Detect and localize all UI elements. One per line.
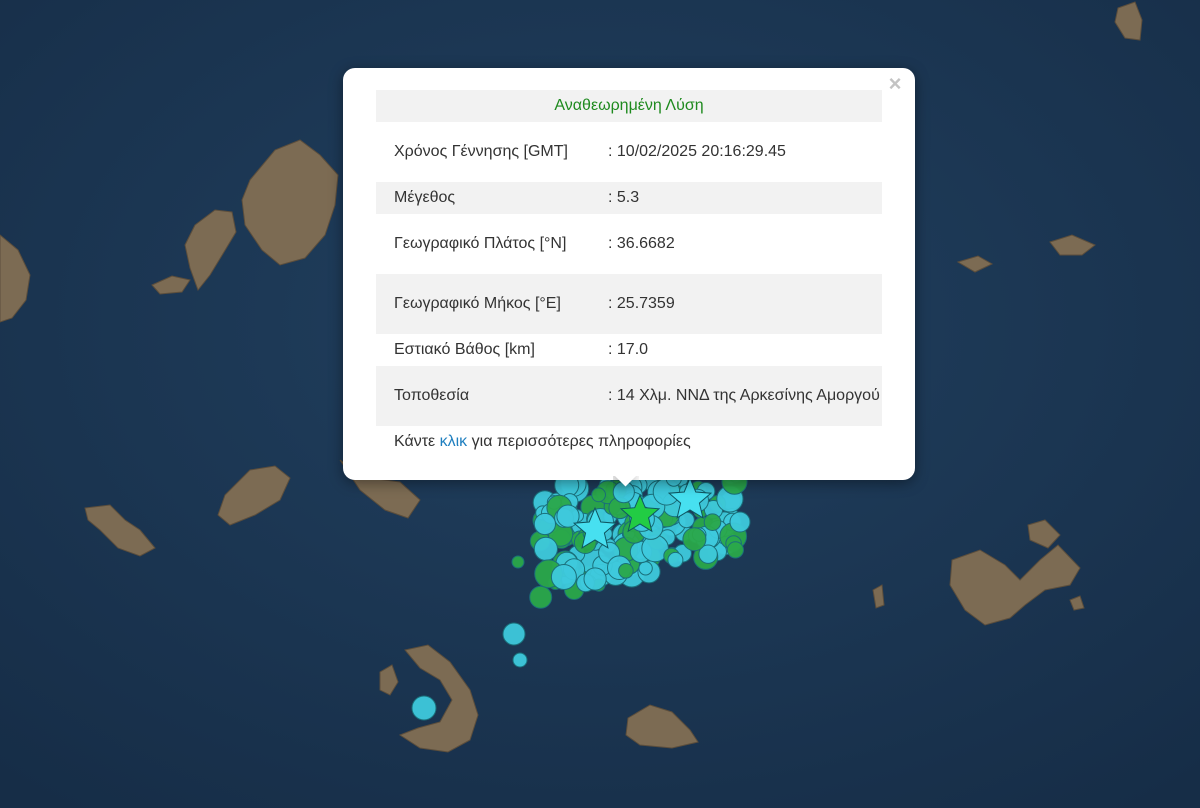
row-label: Μέγεθος: [376, 182, 600, 214]
earthquake-circle-marker[interactable]: [618, 563, 634, 579]
earthquake-info-popup: × Αναθεωρημένη Λύση Χρόνος Γέννησης [GMT…: [343, 68, 915, 480]
popup-tip: [613, 476, 639, 502]
more-info-line: Κάντε κλικ για περισσότερες πληροφορίες: [376, 430, 882, 454]
earthquake-circle-marker[interactable]: [411, 695, 437, 721]
earthquake-circle-marker[interactable]: [502, 622, 526, 646]
earthquake-circle-marker[interactable]: [667, 551, 684, 568]
row-value: : 14 Χλμ. ΝΝΔ της Αρκεσίνης Αμοργού: [600, 366, 882, 426]
earthquake-circle-marker[interactable]: [550, 564, 577, 590]
earthquake-circle-marker[interactable]: [638, 561, 653, 576]
row-label: Γεωγραφικό Μήκος [°E]: [376, 274, 600, 334]
table-row: Εστιακό Βάθος [km] : 17.0: [376, 334, 882, 366]
table-row: Γεωγραφικό Μήκος [°E] : 25.7359: [376, 274, 882, 334]
close-icon[interactable]: ×: [885, 73, 905, 95]
earthquake-circle-marker[interactable]: [682, 527, 707, 552]
row-value: : 36.6682: [608, 235, 675, 252]
row-label: Γεωγραφικό Πλάτος [°N]: [394, 235, 567, 252]
earthquake-circle-marker[interactable]: [529, 585, 553, 609]
more-info-suffix: για περισσότερες πληροφορίες: [467, 433, 691, 450]
table-row: Χρόνος Γέννησης [GMT] : 10/02/2025 20:16…: [376, 122, 882, 182]
more-info-link[interactable]: κλικ: [440, 433, 468, 450]
popup-content: Αναθεωρημένη Λύση Χρόνος Γέννησης [GMT] …: [376, 90, 882, 454]
table-row: Μέγεθος : 5.3: [376, 182, 882, 214]
row-value: : 10/02/2025 20:16:29.45: [608, 143, 786, 160]
row-label: Χρόνος Γέννησης [GMT]: [394, 143, 568, 160]
more-info-prefix: Κάντε: [394, 433, 440, 450]
row-value: : 25.7359: [600, 274, 882, 334]
earthquake-circle-marker[interactable]: [583, 567, 607, 591]
earthquake-circle-marker[interactable]: [512, 652, 528, 668]
earthquake-circle-marker[interactable]: [726, 541, 745, 559]
table-row: Γεωγραφικό Πλάτος [°N] : 36.6682: [376, 214, 882, 274]
row-label: Εστιακό Βάθος [km]: [394, 341, 535, 358]
popup-title: Αναθεωρημένη Λύση: [376, 90, 882, 122]
row-label: Τοποθεσία: [376, 366, 600, 426]
row-value: : 17.0: [608, 341, 649, 358]
earthquake-circle-marker[interactable]: [533, 512, 557, 536]
earthquake-circle-marker[interactable]: [703, 513, 722, 532]
earthquake-circle-marker[interactable]: [591, 487, 606, 503]
earthquake-circle-marker[interactable]: [533, 536, 559, 562]
earthquake-details-table: Χρόνος Γέννησης [GMT] : 10/02/2025 20:16…: [376, 122, 882, 426]
earthquake-circle-marker[interactable]: [729, 511, 751, 533]
row-value: : 5.3: [600, 182, 882, 214]
table-row: Τοποθεσία : 14 Χλμ. ΝΝΔ της Αρκεσίνης Αμ…: [376, 366, 882, 426]
earthquake-circle-marker[interactable]: [511, 555, 525, 569]
